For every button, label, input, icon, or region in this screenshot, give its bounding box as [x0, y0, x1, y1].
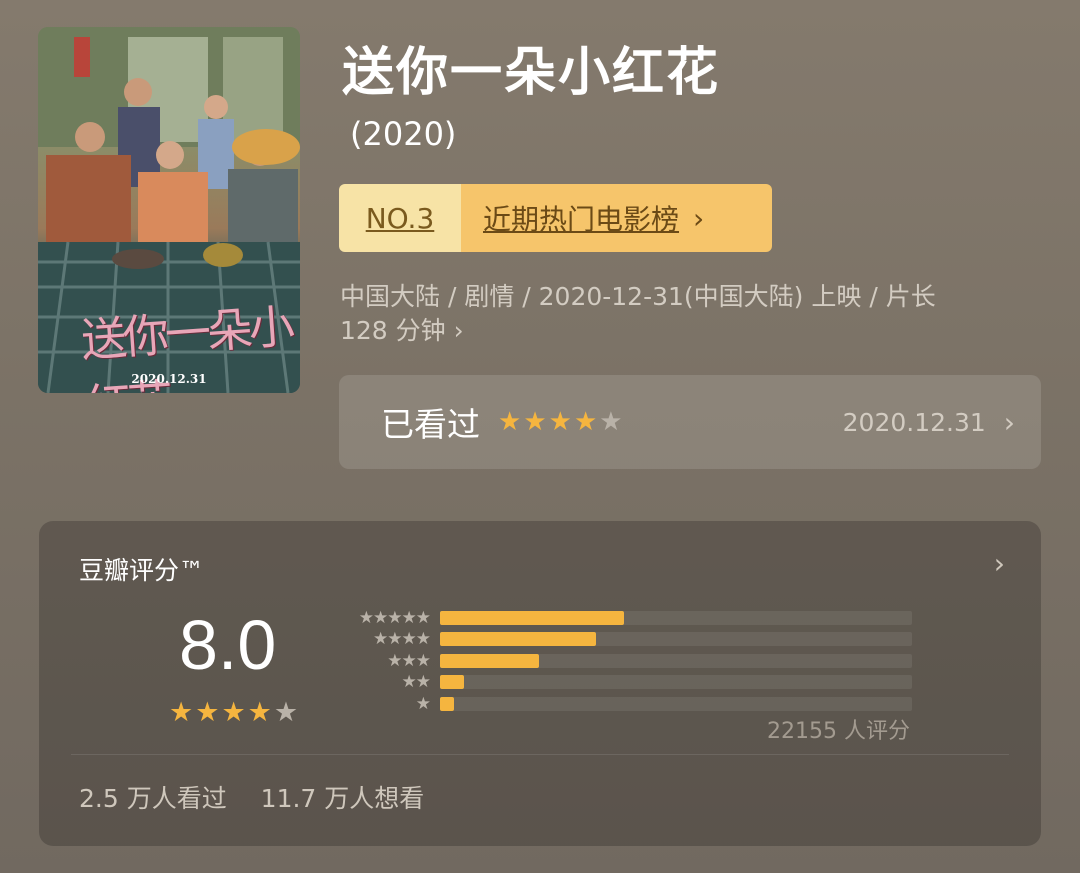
star-icon: ★ — [573, 407, 598, 437]
distribution-bar — [440, 632, 596, 647]
audience-stats: 2.5 万人看过 11.7 万人想看 — [79, 779, 424, 815]
distribution-bar-track — [440, 675, 912, 690]
ranking-number: NO.3 — [339, 184, 461, 252]
star-icon: ★ — [599, 407, 623, 437]
star-icon: ★★★ — [387, 650, 431, 671]
distribution-bar — [440, 610, 625, 625]
distribution-bar — [440, 675, 464, 690]
star-icon: ★ — [169, 697, 194, 728]
distribution-row: ★★ — [334, 672, 912, 694]
douban-rating-card: 豆瓣评分™ › 8.0 ★ ★ ★ ★ ★ ★★★★★ ★★★★ ★★★ ★★ ★ 22155 … — [39, 521, 1041, 846]
star-icon: ★ — [221, 697, 246, 728]
movie-poster[interactable]: 送你一朵小红花 2020.12.31 — [38, 27, 300, 393]
movie-meta[interactable]: 中国大陆 / 剧情 / 2020-12-31(中国大陆) 上映 / 片长 128… — [340, 280, 1030, 348]
want-to-watch-count[interactable]: 11.7 万人想看 — [261, 784, 425, 813]
watched-count[interactable]: 2.5 万人看过 — [79, 784, 227, 813]
chevron-right-icon: › — [453, 316, 464, 345]
star-icon: ★ — [498, 407, 522, 437]
watch-status: 已看过 — [381, 405, 480, 444]
distribution-bar-track — [440, 632, 912, 647]
movie-year: (2020) — [350, 115, 457, 153]
my-rating-row[interactable]: 已看过 ★ ★ ★ ★ ★ 2020.12.31 › — [339, 375, 1041, 469]
my-rating-stars: ★ ★ ★ ★ ★ — [498, 407, 623, 437]
star-icon: ★ — [247, 697, 272, 728]
distribution-bar-track — [440, 610, 912, 625]
divider — [71, 754, 1009, 755]
star-icon: ★★★★★ — [358, 607, 431, 628]
chevron-right-icon[interactable]: › — [994, 547, 1005, 580]
star-icon: ★ — [273, 697, 299, 728]
douban-rating-title: 豆瓣评分™ — [79, 556, 205, 585]
poster-date: 2020.12.31 — [131, 372, 207, 386]
distribution-row: ★★★ — [334, 650, 912, 672]
watch-date: 2020.12.31 — [842, 407, 986, 437]
distribution-row: ★★★★★ — [334, 607, 912, 629]
rating-count: 22155 人评分 — [767, 719, 910, 744]
chevron-right-icon: › — [1003, 405, 1015, 439]
douban-score-stars: ★ ★ ★ ★ ★ — [169, 697, 298, 728]
distribution-bar-track — [440, 653, 912, 668]
distribution-bar-track — [440, 696, 912, 711]
rating-distribution: ★★★★★ ★★★★ ★★★ ★★ ★ — [334, 607, 912, 715]
ranking-list-label: 近期热门电影榜 — [483, 203, 680, 236]
ranking-badge[interactable]: NO.3 近期热门电影榜 › — [339, 184, 772, 252]
star-icon: ★ — [195, 697, 220, 728]
star-icon: ★ — [548, 407, 572, 437]
douban-score: 8.0 — [179, 606, 277, 684]
distribution-row: ★ — [334, 693, 912, 715]
distribution-bar — [440, 653, 540, 668]
distribution-bar — [440, 696, 455, 711]
star-icon: ★★★★ — [373, 629, 431, 650]
movie-title: 送你一朵小红花 — [342, 43, 721, 103]
distribution-row: ★★★★ — [334, 629, 912, 651]
chevron-right-icon: › — [693, 201, 705, 235]
star-icon: ★ — [415, 693, 431, 714]
meta-line-2: 128 分钟 — [340, 316, 446, 345]
star-icon: ★ — [523, 407, 547, 437]
star-icon: ★★ — [401, 672, 431, 693]
meta-line-1: 中国大陆 / 剧情 / 2020-12-31(中国大陆) 上映 / 片长 — [340, 282, 936, 311]
ranking-list-link[interactable]: 近期热门电影榜 › — [461, 184, 772, 252]
